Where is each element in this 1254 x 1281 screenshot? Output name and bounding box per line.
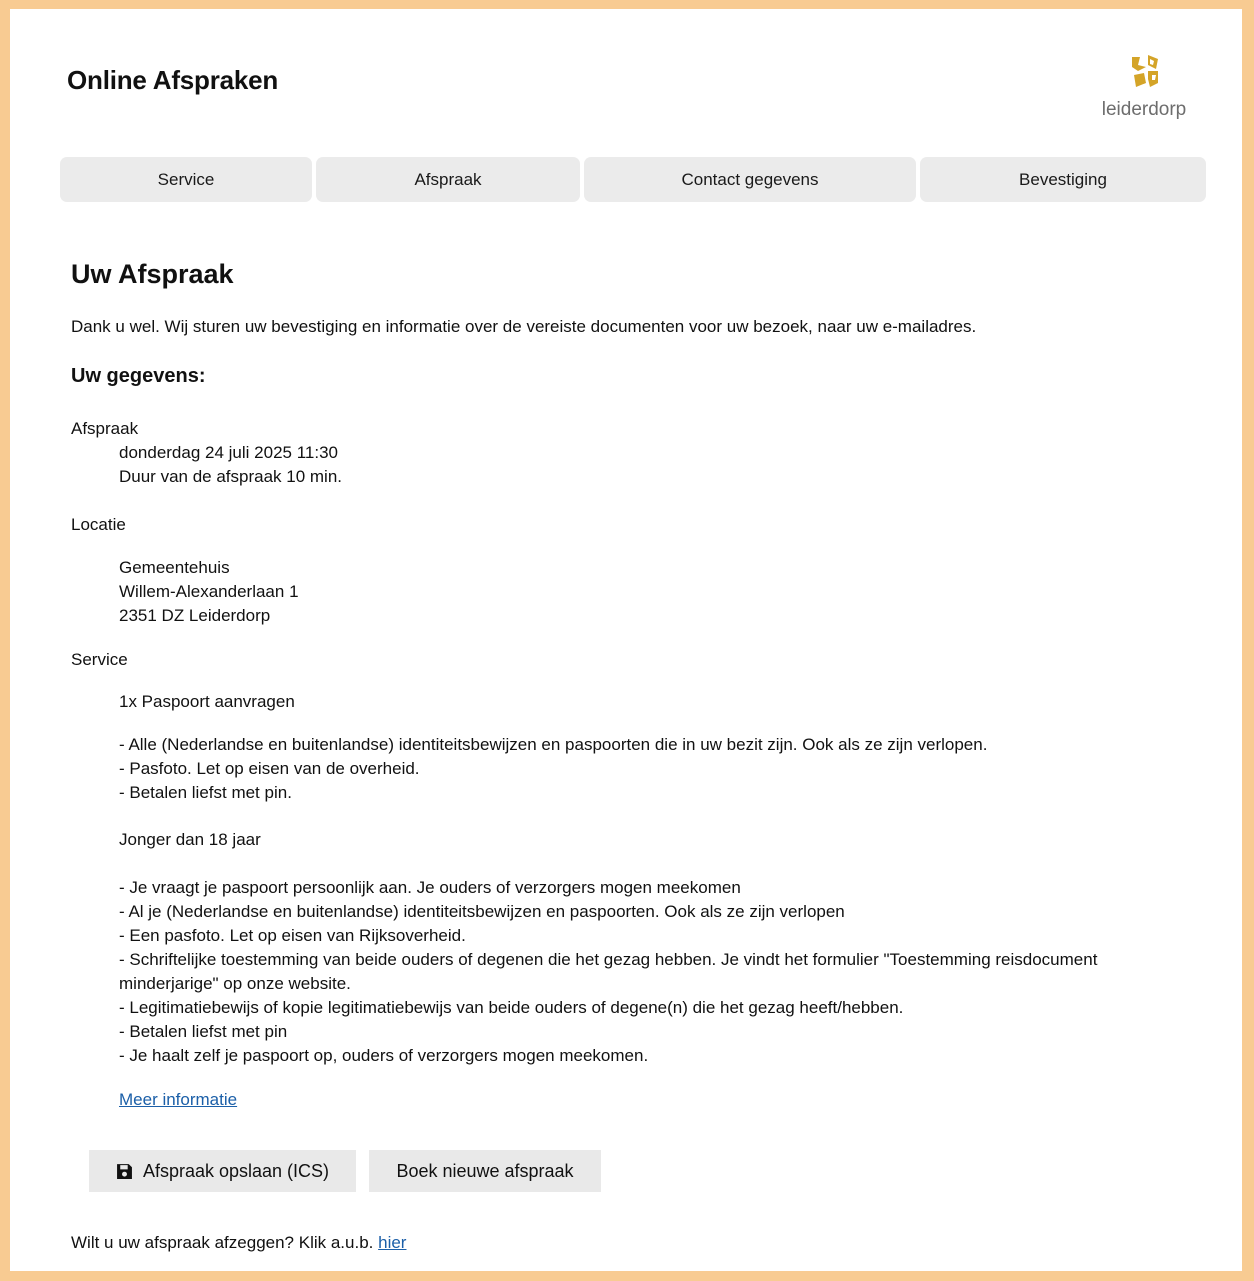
page: Online Afspraken leiderdorp Service Afsp…: [10, 9, 1242, 1271]
minor-requirement-line: minderjarige" op onze website.: [119, 974, 351, 993]
minor-requirement-line: - Schriftelijke toestemming van beide ou…: [119, 950, 1098, 969]
step-tabs: Service Afspraak Contact gegevens Bevest…: [10, 157, 1242, 202]
minor-requirement-line: - Betalen liefst met pin: [119, 1022, 288, 1041]
cancel-text-row: Wilt u uw afspraak afzeggen? Klik a.u.b.…: [71, 1231, 406, 1255]
requirement-line: - Betalen liefst met pin.: [119, 783, 292, 802]
intro-text: Dank u wel. Wij sturen uw bevestiging en…: [71, 317, 977, 336]
save-ics-label: Afspraak opslaan (ICS): [142, 1160, 330, 1181]
leiderdorp-logo[interactable]: leiderdorp: [1098, 53, 1190, 123]
appointment-datetime: donderdag 24 juli 2025 11:30: [119, 443, 338, 462]
service-item: 1x Paspoort aanvragen: [119, 692, 295, 711]
logo-text: leiderdorp: [1101, 99, 1187, 120]
minor-requirement-line: - Al je (Nederlandse en buitenlandse) id…: [119, 902, 845, 921]
location-name: Gemeentehuis: [119, 558, 230, 577]
minor-requirement-line: - Je haalt zelf je paspoort op, ouders o…: [119, 1046, 649, 1065]
requirement-line: - Alle (Nederlandse en buitenlandse) ide…: [119, 735, 988, 754]
minor-heading: Jonger dan 18 jaar: [119, 830, 261, 849]
tab-service[interactable]: Service: [60, 157, 312, 202]
floppy-disk-icon: [117, 1163, 132, 1179]
app-title: Online Afspraken: [67, 65, 279, 95]
requirement-line: - Pasfoto. Let op eisen van de overheid.: [119, 759, 420, 778]
appointment-label: Afspraak: [71, 419, 139, 438]
location-label: Locatie: [71, 515, 126, 534]
tab-contact-gegevens[interactable]: Contact gegevens: [584, 157, 916, 202]
minor-requirement-line: - Legitimatiebewijs of kopie legitimatie…: [119, 998, 904, 1017]
cancel-link[interactable]: hier: [378, 1233, 406, 1252]
details-heading: Uw gegevens:: [71, 365, 206, 387]
location-street: Willem-Alexanderlaan 1: [119, 582, 299, 601]
more-info-link[interactable]: Meer informatie: [119, 1088, 237, 1112]
minor-requirement-line: - Een pasfoto. Let op eisen van Rijksove…: [119, 926, 466, 945]
service-label: Service: [71, 650, 128, 669]
new-appointment-label: Boek nieuwe afspraak: [396, 1160, 574, 1181]
location-city: 2351 DZ Leiderdorp: [119, 606, 271, 625]
new-appointment-button[interactable]: Boek nieuwe afspraak: [369, 1150, 601, 1192]
tab-bevestiging[interactable]: Bevestiging: [920, 157, 1206, 202]
cancel-text: Wilt u uw afspraak afzeggen? Klik a.u.b.: [71, 1233, 374, 1252]
tab-afspraak[interactable]: Afspraak: [316, 157, 580, 202]
appointment-duration: Duur van de afspraak 10 min.: [119, 467, 343, 486]
leiderdorp-logo-icon: [1132, 55, 1158, 87]
page-heading: Uw Afspraak: [71, 259, 234, 289]
minor-requirement-line: - Je vraagt je paspoort persoonlijk aan.…: [119, 878, 741, 897]
save-ics-button[interactable]: Afspraak opslaan (ICS): [89, 1150, 356, 1192]
